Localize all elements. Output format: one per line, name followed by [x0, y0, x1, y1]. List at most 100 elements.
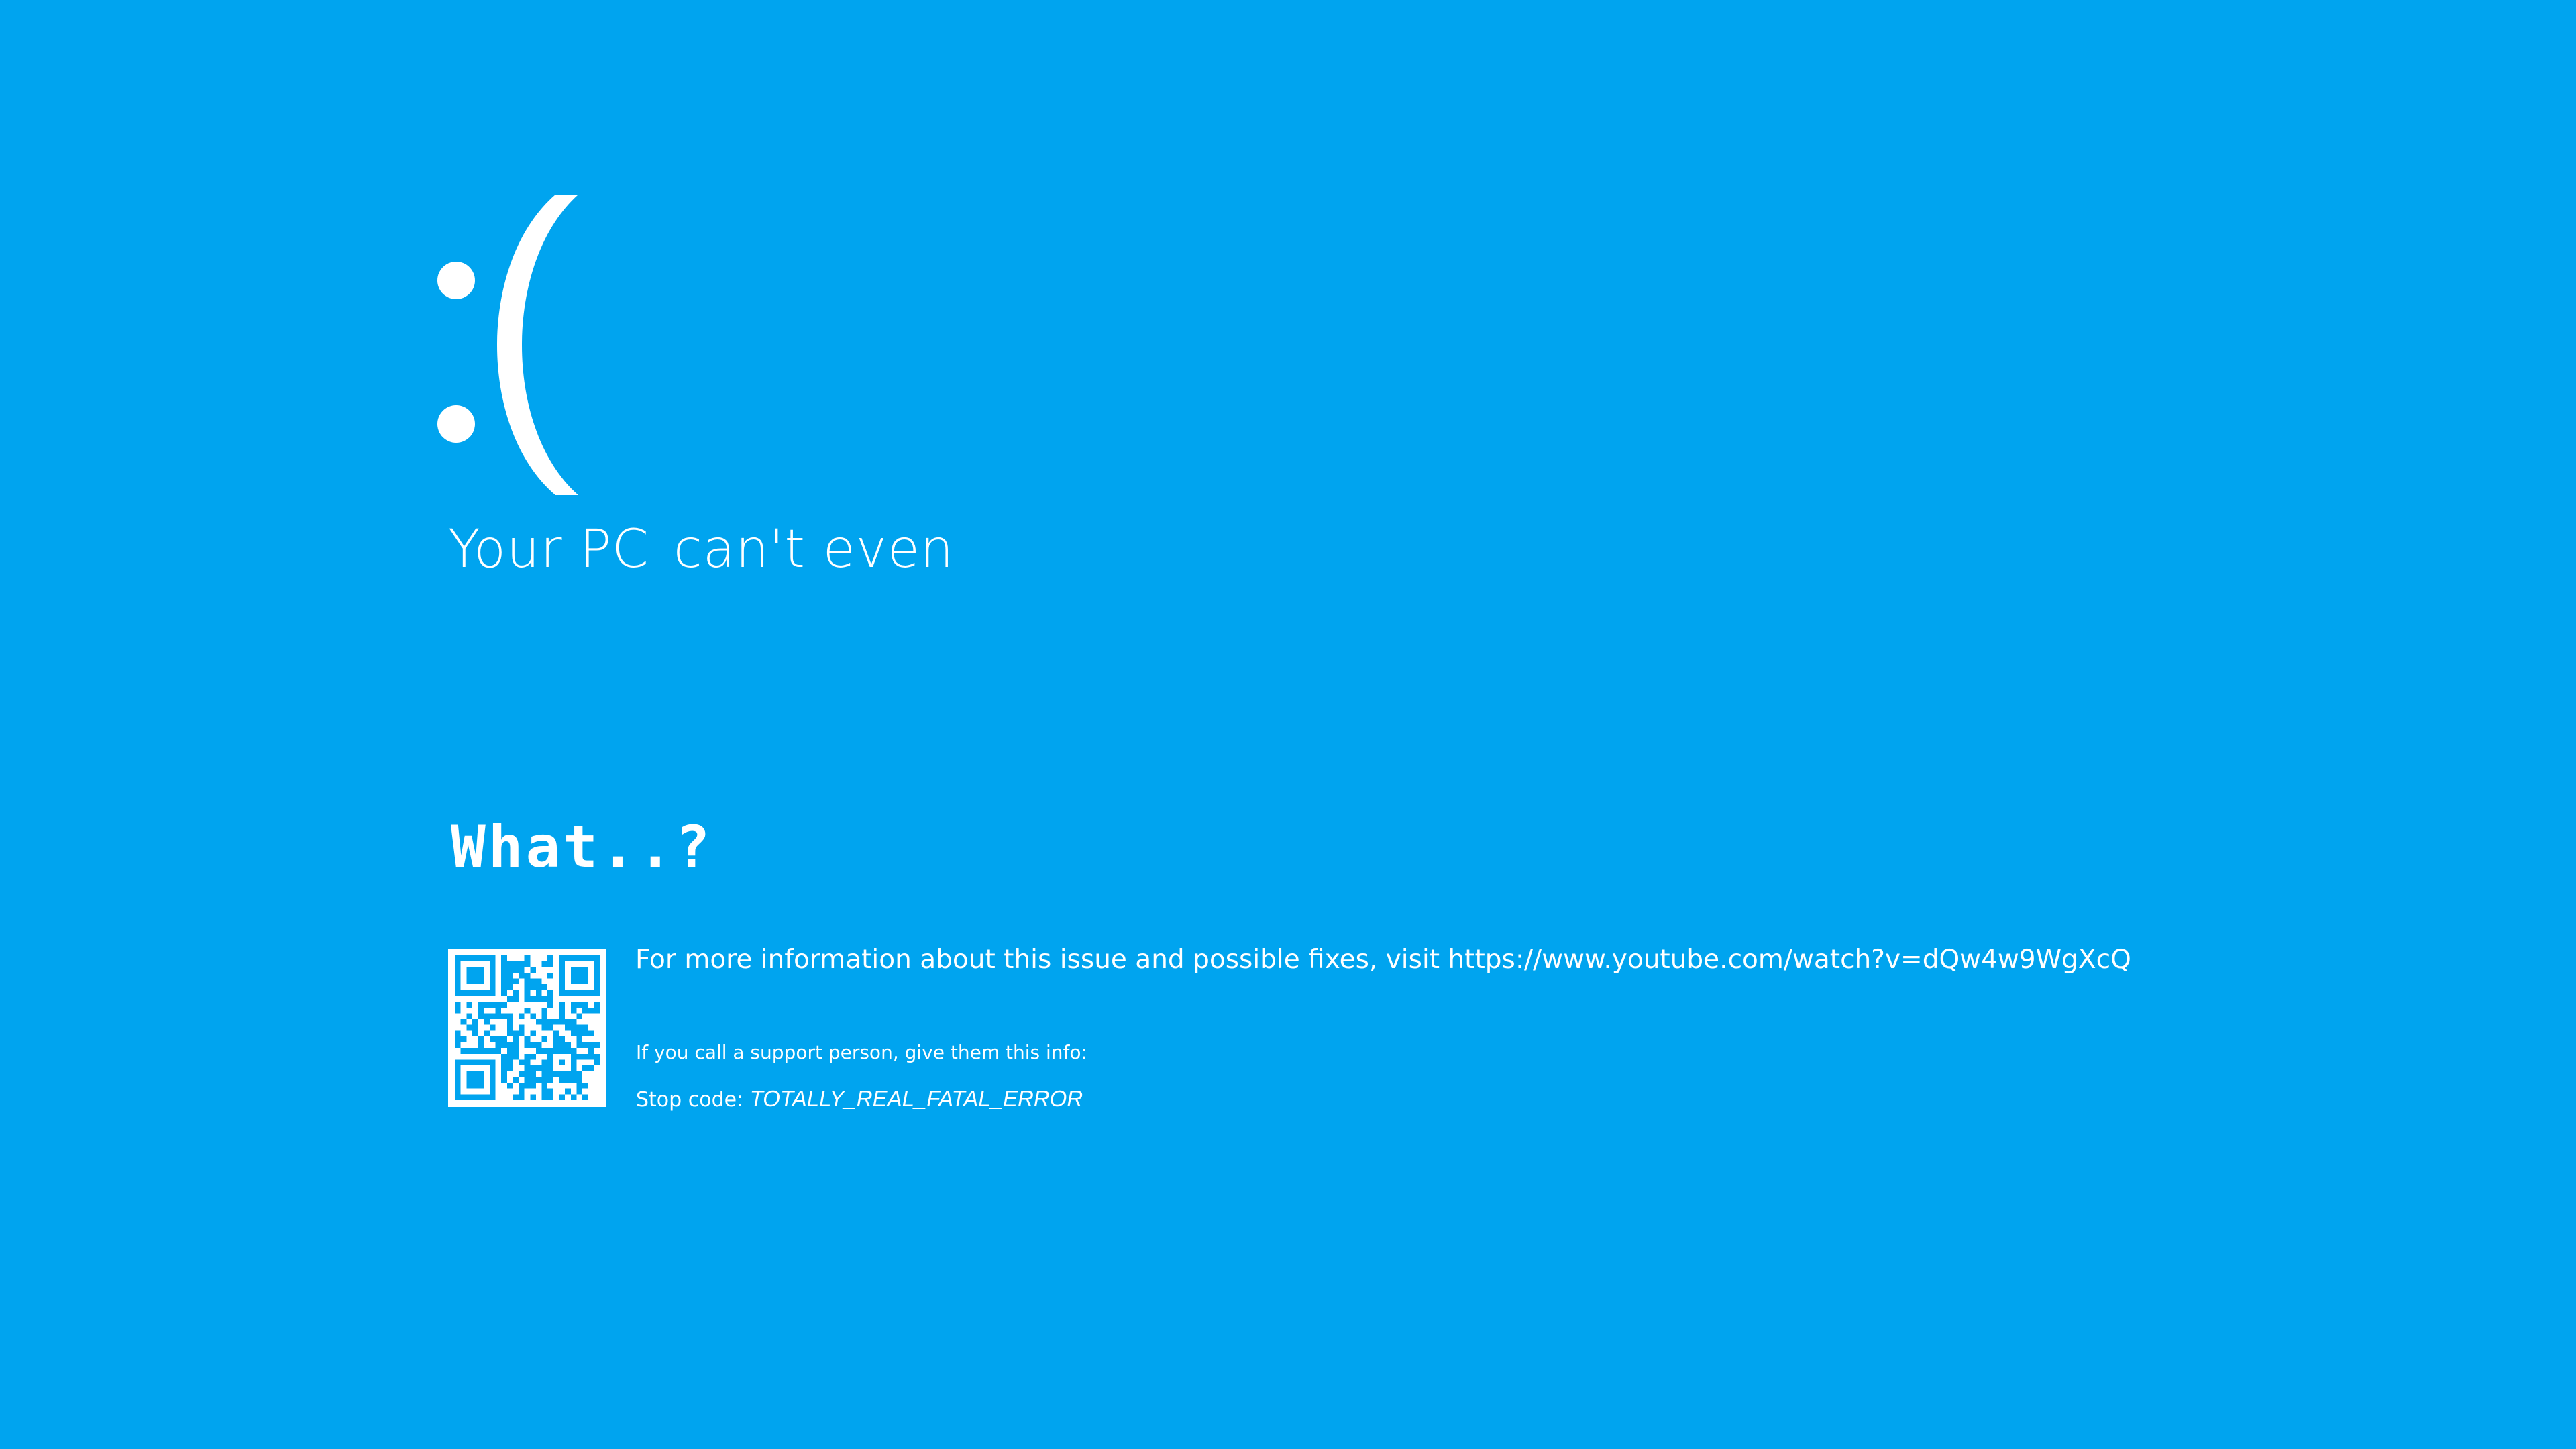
qr-module [455, 1059, 461, 1066]
qr-module [472, 978, 478, 985]
qr-module [588, 1042, 594, 1049]
qr-module [582, 1030, 588, 1036]
qr-module [524, 955, 531, 961]
qr-module [519, 967, 525, 973]
qr-module [513, 978, 519, 985]
qr-module [506, 1048, 513, 1054]
qr-module [594, 989, 600, 996]
qr-module [478, 972, 484, 979]
qr-module [530, 984, 536, 990]
qr-module [559, 961, 566, 967]
qr-module [519, 1024, 525, 1031]
qr-code-icon [448, 949, 606, 1107]
qr-module [501, 1059, 507, 1066]
qr-module [559, 1007, 566, 1014]
qr-module [501, 1013, 507, 1020]
qr-module [565, 989, 571, 996]
qr-module [455, 1030, 461, 1036]
qr-module [541, 1048, 548, 1054]
qr-module [570, 1024, 577, 1031]
qr-module [484, 1002, 490, 1008]
qr-module [466, 1071, 472, 1077]
qr-module [455, 1007, 461, 1014]
qr-module [588, 989, 594, 996]
qr-module [559, 1013, 566, 1020]
qr-module [535, 1019, 542, 1025]
qr-module [565, 1071, 571, 1077]
qr-module [524, 984, 531, 990]
qr-module [530, 1071, 536, 1077]
qr-module [478, 1059, 484, 1066]
qr-module [466, 1083, 472, 1089]
qr-module [519, 1013, 525, 1020]
qr-module [513, 996, 519, 1002]
qr-module [565, 1077, 571, 1083]
qr-module [582, 1007, 588, 1014]
qr-module [582, 955, 588, 961]
support-instructions: If you call a support person, give them … [636, 1041, 1087, 1063]
qr-module [553, 1030, 559, 1036]
qr-module [576, 1036, 583, 1042]
qr-module [513, 967, 519, 973]
qr-module [541, 1024, 548, 1031]
qr-module [535, 996, 542, 1002]
qr-module [565, 955, 571, 961]
qr-module [478, 1013, 484, 1020]
qr-module [559, 1071, 566, 1077]
qr-module [513, 1048, 519, 1054]
qr-module [535, 989, 542, 996]
qr-module [565, 1024, 571, 1031]
qr-module [530, 1094, 536, 1100]
qr-module [570, 1019, 577, 1025]
qr-module [594, 967, 600, 973]
qr-module [489, 1088, 496, 1095]
qr-module [484, 989, 490, 996]
qr-module [472, 989, 478, 996]
qr-module [547, 1048, 553, 1054]
qr-module [455, 967, 461, 973]
qr-module [570, 967, 577, 973]
qr-module [466, 1013, 472, 1020]
qr-module [519, 1071, 525, 1077]
qr-module [570, 1077, 577, 1083]
qr-module [513, 1077, 519, 1083]
qr-module [553, 1019, 559, 1025]
qr-module [501, 1053, 507, 1060]
qr-module [570, 1007, 577, 1014]
qr-module [588, 1065, 594, 1071]
qr-module [506, 1053, 513, 1060]
qr-module [582, 967, 588, 973]
qr-module [478, 1007, 484, 1014]
qr-module [501, 955, 507, 961]
qr-module [559, 967, 566, 973]
qr-module [530, 1083, 536, 1089]
qr-module [547, 996, 553, 1002]
qr-module [541, 984, 548, 990]
qr-module [524, 1065, 531, 1071]
qr-module [506, 967, 513, 973]
qr-module [588, 1007, 594, 1014]
qr-module [582, 1002, 588, 1008]
qr-module [547, 1059, 553, 1066]
qr-module [524, 1042, 531, 1049]
qr-module [547, 1094, 553, 1100]
qr-module [530, 978, 536, 985]
qr-module [513, 961, 519, 967]
qr-module [594, 1002, 600, 1008]
qr-module [594, 961, 600, 967]
qr-module [547, 1019, 553, 1025]
qr-module [547, 955, 553, 961]
qr-module [478, 1083, 484, 1089]
qr-module [565, 1048, 571, 1054]
qr-module [513, 1094, 519, 1100]
qr-module [513, 1036, 519, 1042]
qr-module [594, 1059, 600, 1066]
qr-module [472, 1059, 478, 1066]
qr-module [547, 961, 553, 967]
qr-module [559, 1077, 566, 1083]
qr-module [489, 984, 496, 990]
qr-module [455, 972, 461, 979]
qr-module [524, 1036, 531, 1042]
qr-module [466, 978, 472, 985]
headline-part-1: Your PC [448, 519, 649, 580]
